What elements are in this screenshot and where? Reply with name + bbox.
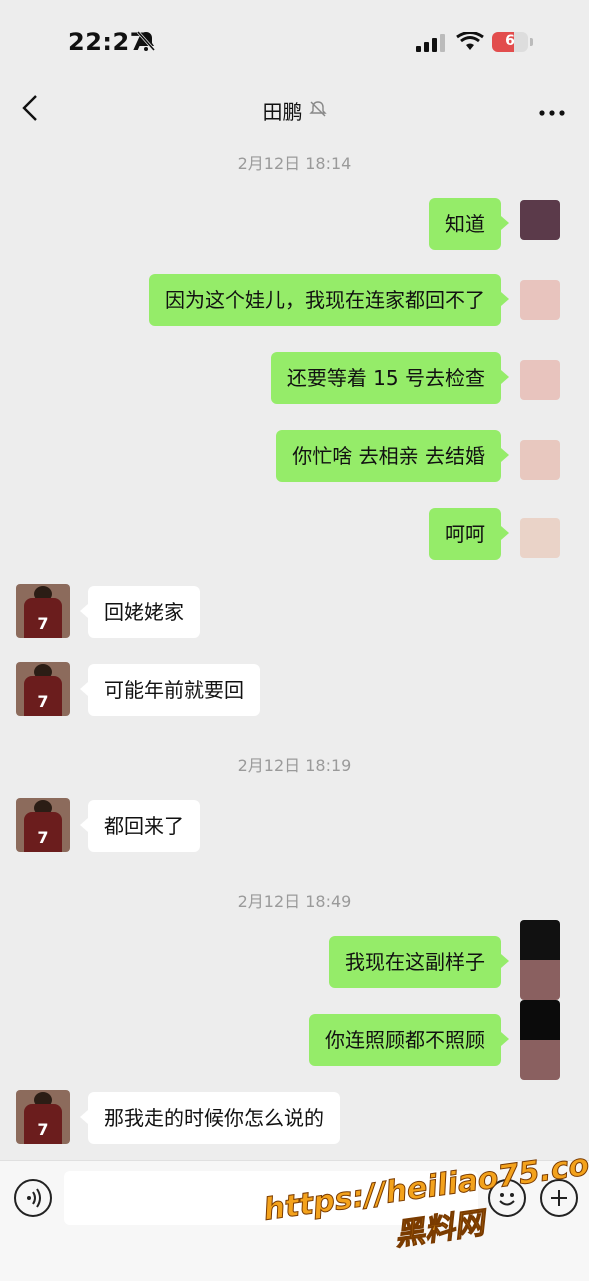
timestamp: 2月12日 18:19 (237, 756, 352, 775)
message-bubble[interactable]: 呵呵 (429, 508, 509, 560)
message-bubble[interactable]: 因为这个娃儿，我现在连家都回不了 (149, 274, 509, 326)
avatar[interactable] (520, 518, 560, 558)
avatar[interactable] (520, 1000, 560, 1080)
wifi-icon (456, 31, 484, 56)
bell-off-icon (136, 30, 156, 56)
message-bubble[interactable]: 可能年前就要回 (80, 664, 260, 716)
status-bar: 22:27 6 (0, 0, 589, 88)
timestamp: 2月12日 18:14 (237, 154, 352, 173)
message-bubble[interactable]: 我现在这副样子 (329, 936, 509, 988)
avatar[interactable]: 7 (16, 798, 70, 852)
cellular-signal-icon (416, 34, 446, 56)
avatar[interactable]: 7 (16, 1090, 70, 1144)
avatar[interactable]: 7 (16, 662, 70, 716)
more-options-button[interactable] (539, 102, 565, 121)
avatar[interactable] (520, 920, 560, 1000)
chat-title: 田鹏 (262, 100, 303, 124)
avatar[interactable] (520, 360, 560, 400)
avatar[interactable] (520, 200, 560, 240)
message-bubble[interactable]: 你连照顾都不照顾 (309, 1014, 509, 1066)
voice-input-button[interactable] (14, 1179, 52, 1217)
timestamp: 2月12日 18:49 (237, 892, 352, 911)
jersey-number: 7 (37, 614, 49, 633)
battery-indicator: 6 (492, 32, 528, 52)
mute-icon (308, 99, 327, 123)
message-bubble[interactable]: 还要等着 15 号去检查 (270, 352, 510, 404)
message-bubble[interactable]: 那我走的时候你怎么说的 (80, 1092, 340, 1144)
jersey-number: 7 (37, 692, 49, 711)
voice-icon (27, 1188, 41, 1208)
avatar[interactable]: 7 (16, 584, 70, 638)
message-bubble[interactable]: 知道 (429, 198, 509, 250)
jersey-number: 7 (37, 828, 49, 847)
avatar[interactable] (520, 280, 560, 320)
message-bubble[interactable]: 回姥姥家 (80, 586, 200, 638)
message-bubble[interactable]: 都回来了 (80, 800, 200, 852)
avatar[interactable] (520, 440, 560, 480)
jersey-number: 7 (37, 1120, 49, 1139)
battery-level: 6 (505, 33, 515, 49)
message-bubble[interactable]: 你忙啥 去相亲 去结婚 (276, 430, 509, 482)
chat-header: 田鹏 (0, 88, 589, 136)
